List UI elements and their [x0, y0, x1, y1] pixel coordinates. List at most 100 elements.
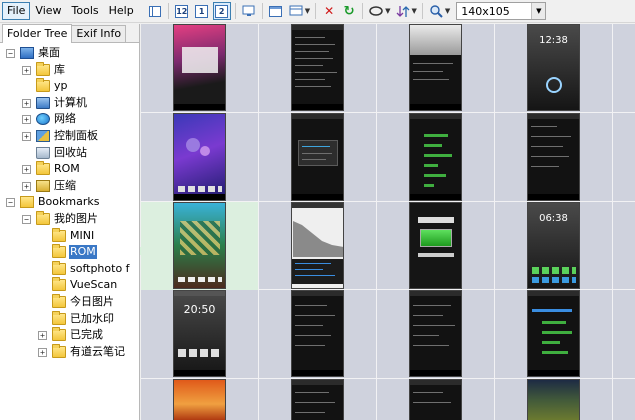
thumbnail-image[interactable] [173, 24, 226, 111]
thumbnail-image[interactable] [291, 113, 344, 201]
settings-line [413, 305, 451, 306]
expand-icon[interactable]: + [38, 347, 47, 357]
chevron-down-icon[interactable]: ▼ [412, 7, 417, 15]
thumbnail-image[interactable] [291, 290, 344, 377]
sort-button[interactable] [394, 2, 412, 20]
thumbnail-image[interactable]: 20:50 [173, 290, 226, 377]
tree-item-control[interactable]: + 控制面板 [0, 128, 139, 145]
tree-item-network[interactable]: + 网络 [0, 111, 139, 128]
nav-bar [292, 194, 343, 200]
view-12-button[interactable]: 12 [173, 2, 191, 20]
settings-line [295, 65, 323, 66]
expand-icon[interactable]: + [22, 98, 31, 108]
album-cover [182, 47, 218, 73]
thumbnail-image[interactable] [173, 113, 226, 201]
collapse-icon[interactable]: − [22, 214, 31, 224]
library-folder-icon [36, 61, 50, 76]
thumbnail-image[interactable]: 12:38 [527, 24, 580, 111]
folder-icon [52, 327, 66, 342]
tab-exif-info[interactable]: Exif Info [71, 25, 127, 42]
menu-file[interactable]: File [2, 2, 31, 20]
window-button[interactable] [267, 2, 285, 20]
tree-item-today[interactable]: 今日图片 [0, 293, 139, 311]
tree-item-lib[interactable]: + 库 [0, 61, 139, 79]
delete-button[interactable]: ✕ [320, 2, 338, 20]
chevron-down-icon[interactable]: ▼ [305, 7, 310, 15]
thumbnail-image[interactable]: 06:38 [527, 202, 580, 289]
tree-item-bookmarks[interactable]: − Bookmarks [0, 194, 139, 211]
menu-view[interactable]: View [30, 2, 66, 20]
tree-item-watermark[interactable]: 已加水印 [0, 310, 139, 328]
expand-icon[interactable]: + [22, 181, 31, 191]
thumbnail-image[interactable] [291, 202, 344, 289]
menu-tools[interactable]: Tools [67, 2, 104, 20]
layout-menu-button[interactable] [287, 2, 305, 20]
chevron-down-icon[interactable]: ▼ [531, 3, 546, 19]
folder-pane-toggle-button[interactable] [146, 2, 164, 20]
menu-help[interactable]: Help [104, 2, 139, 20]
effects-button[interactable] [367, 2, 385, 20]
thumbnail-image[interactable] [173, 379, 226, 420]
unlock-ring [546, 77, 562, 93]
status-bar [292, 203, 343, 208]
thumbnail-image[interactable] [291, 379, 344, 420]
chevron-down-icon[interactable]: ▼ [445, 7, 450, 15]
chevron-down-icon[interactable]: ▼ [385, 7, 390, 15]
expand-icon[interactable]: + [22, 65, 31, 75]
tree-item-mini[interactable]: MINI [0, 227, 139, 245]
zoom-button[interactable] [427, 2, 445, 20]
settings-line [413, 325, 455, 326]
thumbnail-image[interactable] [409, 24, 462, 111]
tree-item-recycle[interactable]: 回收站 [0, 145, 139, 162]
status-bar [528, 114, 579, 119]
thumbnail-image[interactable] [409, 379, 462, 420]
thumbnail-image[interactable] [527, 290, 580, 377]
status-bar [174, 291, 225, 296]
thumbnail-size-select[interactable]: 140x105 ▼ [456, 2, 547, 20]
tree-item-rom2[interactable]: ROM [0, 244, 139, 261]
expand-icon[interactable]: + [22, 131, 31, 141]
usage-bar [424, 174, 446, 177]
thumbnail-image[interactable] [527, 113, 580, 201]
tree-item-youdao[interactable]: + 有道云笔记 [0, 343, 139, 361]
collapse-icon[interactable]: − [6, 198, 15, 208]
tree-item-computer[interactable]: + 计算机 [0, 95, 139, 112]
menu-bar: File View Tools Help [0, 0, 139, 23]
expand-icon[interactable]: + [38, 331, 47, 341]
tree-item-vuescan[interactable]: VueScan [0, 277, 139, 294]
tree-item-softphoto[interactable]: softphoto f [0, 260, 139, 278]
tree-item-label: VueScan [70, 278, 118, 292]
rotate-button[interactable]: ↻ [340, 2, 358, 20]
thumbnail-image[interactable] [409, 202, 462, 289]
status-bar [410, 114, 461, 119]
settings-line [295, 315, 335, 316]
tree-item-yp[interactable]: yp [0, 78, 139, 95]
expand-icon[interactable]: + [22, 115, 31, 125]
settings-line [295, 412, 325, 413]
expand-icon[interactable]: + [22, 165, 31, 175]
dialog-button [418, 253, 454, 257]
slideshow-button[interactable] [240, 2, 258, 20]
settings-line [295, 58, 333, 59]
thumbnail-image[interactable] [409, 290, 462, 377]
thumbnail-image[interactable] [173, 202, 226, 289]
tree-item-label: 已加水印 [70, 311, 114, 325]
settings-line [295, 79, 325, 80]
usage-list [292, 259, 343, 284]
tree-item-desktop[interactable]: − 桌面 [0, 45, 139, 62]
thumbnail-image[interactable] [409, 113, 462, 201]
tree-item-mypics[interactable]: − 我的图片 [0, 210, 139, 228]
thumbnail-image[interactable] [291, 24, 344, 111]
tree-item-zip[interactable]: + 压缩 [0, 178, 139, 195]
lock-clock: 12:38 [539, 35, 568, 46]
tree-item-done[interactable]: + 已完成 [0, 327, 139, 344]
view-1-button[interactable]: 1 [193, 2, 211, 20]
usage-bar [424, 134, 448, 137]
view-12-icon: 12 [175, 4, 189, 18]
thumbnail-image[interactable] [527, 379, 580, 420]
tab-folder-tree[interactable]: Folder Tree [2, 24, 73, 43]
collapse-icon[interactable]: − [6, 49, 15, 58]
tree-item-label: 压缩 [54, 178, 76, 192]
tree-item-rom1[interactable]: + ROM [0, 161, 139, 178]
view-2-button[interactable]: 2 [212, 2, 231, 20]
